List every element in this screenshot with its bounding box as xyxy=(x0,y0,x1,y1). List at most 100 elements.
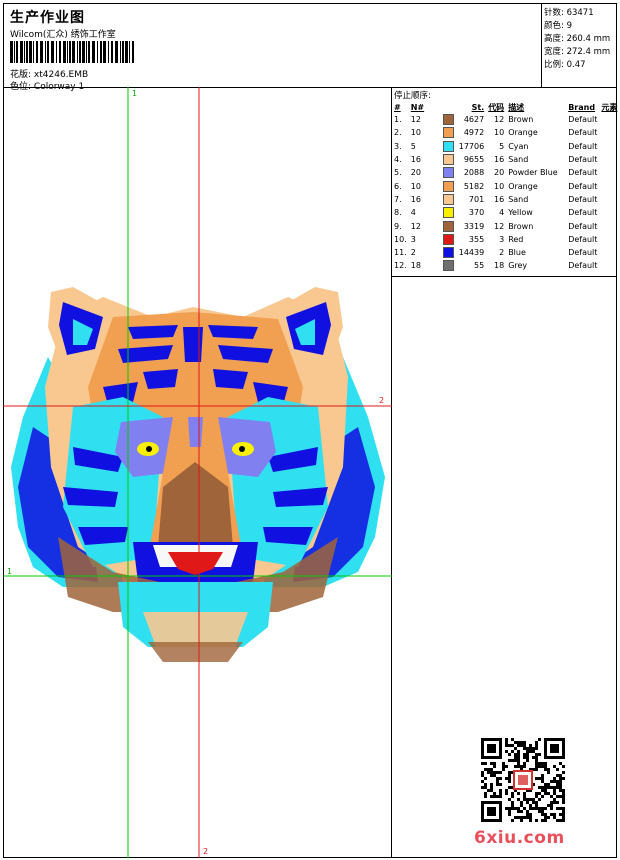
table-row: 1. 12 4627 12 Brown Default xyxy=(392,113,619,126)
row-swatch xyxy=(441,126,457,139)
pupil-left xyxy=(146,446,152,452)
table-row: 10. 3 355 3 Red Default xyxy=(392,233,619,246)
guide-red-label-bottom: 2 xyxy=(203,847,208,856)
row-index: 7. xyxy=(394,194,402,204)
row-swatch xyxy=(441,219,457,232)
color-swatch xyxy=(442,180,454,192)
table-row: 2. 10 4972 10 Orange Default xyxy=(392,126,619,139)
row-desc: Orange xyxy=(508,128,538,138)
barcode xyxy=(10,41,134,63)
row-brand: Default xyxy=(568,208,598,218)
row-brand: Default xyxy=(568,181,598,191)
pupil-right xyxy=(239,446,245,452)
row-code: 10 xyxy=(494,128,505,138)
watermark-logo: 6xiu.com xyxy=(474,828,565,848)
stat-colors: 颜色: 9 xyxy=(544,21,572,31)
row-stitches: 370 xyxy=(468,208,485,218)
production-worksheet: 生产作业图 Wilcom(汇众) 绣饰工作室 花版: xt4246.EMB 色位… xyxy=(0,0,620,860)
company-name: Wilcom(汇众) 绣饰工作室 xyxy=(10,30,116,40)
col-stitches-header: St. xyxy=(471,102,485,112)
color-swatch xyxy=(442,140,454,152)
row-desc: Powder Blue xyxy=(508,168,558,178)
row-stitches: 9655 xyxy=(463,155,485,165)
color-swatch xyxy=(442,207,454,219)
row-brand: Default xyxy=(568,194,598,204)
row-element xyxy=(599,113,619,126)
color-swatch xyxy=(442,260,454,272)
row-index: 11. xyxy=(394,248,407,258)
row-element xyxy=(599,206,619,219)
guide-green-label-left: 1 xyxy=(7,567,12,576)
row-needle: 16 xyxy=(410,194,421,204)
row-element xyxy=(599,259,619,272)
row-index: 12. xyxy=(394,261,407,271)
table-header-row: # N# St. 代码 描述 Brand 元素 xyxy=(392,101,619,113)
row-code: 5 xyxy=(499,141,505,151)
row-desc: Sand xyxy=(508,194,529,204)
col-element-header: 元素 xyxy=(601,102,618,112)
row-stitches: 355 xyxy=(468,234,485,244)
tiger-embroidery-design: 1 1 2 2 xyxy=(3,87,392,858)
col-brand-header: Brand xyxy=(568,102,596,112)
color-swatch xyxy=(442,167,454,179)
color-swatch xyxy=(442,220,454,232)
row-code: 10 xyxy=(494,181,505,191)
color-swatch xyxy=(442,247,454,259)
color-swatch xyxy=(442,233,454,245)
row-code: 16 xyxy=(494,155,505,165)
sequence-title: 停止顺序: xyxy=(394,91,431,101)
row-swatch xyxy=(441,259,457,272)
row-element xyxy=(599,246,619,259)
color-swatch xyxy=(442,127,454,139)
row-element xyxy=(599,193,619,206)
row-desc: Blue xyxy=(508,248,526,258)
table-row: 5. 20 2088 20 Powder Blue Default xyxy=(392,166,619,179)
row-element xyxy=(599,153,619,166)
stat-scale: 比例: 0.47 xyxy=(544,60,586,70)
row-brand: Default xyxy=(568,248,598,258)
row-swatch xyxy=(441,233,457,246)
row-desc: Sand xyxy=(508,155,529,165)
row-index: 1. xyxy=(394,115,402,125)
row-needle: 5 xyxy=(410,141,416,151)
row-brand: Default xyxy=(568,141,598,151)
row-element xyxy=(599,126,619,139)
row-index: 5. xyxy=(394,168,402,178)
row-stitches: 4972 xyxy=(463,128,485,138)
header-box: 生产作业图 Wilcom(汇众) 绣饰工作室 花版: xt4246.EMB 色位… xyxy=(3,3,542,92)
row-needle: 10 xyxy=(410,181,421,191)
row-swatch xyxy=(441,113,457,126)
row-desc: Yellow xyxy=(508,208,533,218)
row-code: 16 xyxy=(494,194,505,204)
row-brand: Default xyxy=(568,221,598,231)
table-row: 7. 16 701 16 Sand Default xyxy=(392,193,619,206)
row-stitches: 4627 xyxy=(463,115,485,125)
row-index: 9. xyxy=(394,221,402,231)
qr-code xyxy=(481,738,565,822)
row-index: 3. xyxy=(394,141,402,151)
row-stitches: 14439 xyxy=(458,248,485,258)
row-brand: Default xyxy=(568,168,598,178)
col-desc-header: 描述 xyxy=(508,102,525,112)
table-row: 12. 18 55 18 Grey Default xyxy=(392,259,619,272)
col-code-header: 代码 xyxy=(488,102,505,112)
row-swatch xyxy=(441,140,457,153)
row-desc: Orange xyxy=(508,181,538,191)
row-swatch xyxy=(441,246,457,259)
row-swatch xyxy=(441,179,457,192)
row-needle: 12 xyxy=(410,221,421,231)
row-stitches: 5182 xyxy=(463,181,485,191)
row-needle: 2 xyxy=(410,248,416,258)
guide-green-label-top: 1 xyxy=(132,89,137,98)
row-brand: Default xyxy=(568,234,598,244)
row-index: 2. xyxy=(394,128,402,138)
row-brand: Default xyxy=(568,128,598,138)
table-row: 6. 10 5182 10 Orange Default xyxy=(392,179,619,192)
row-stitches: 55 xyxy=(474,261,485,271)
col-index-header: # xyxy=(394,102,401,112)
stat-height: 高度: 260.4 mm xyxy=(544,34,611,44)
tiger-face xyxy=(11,287,385,662)
row-desc: Grey xyxy=(508,261,528,271)
row-code: 4 xyxy=(499,208,505,218)
row-needle: 18 xyxy=(410,261,421,271)
